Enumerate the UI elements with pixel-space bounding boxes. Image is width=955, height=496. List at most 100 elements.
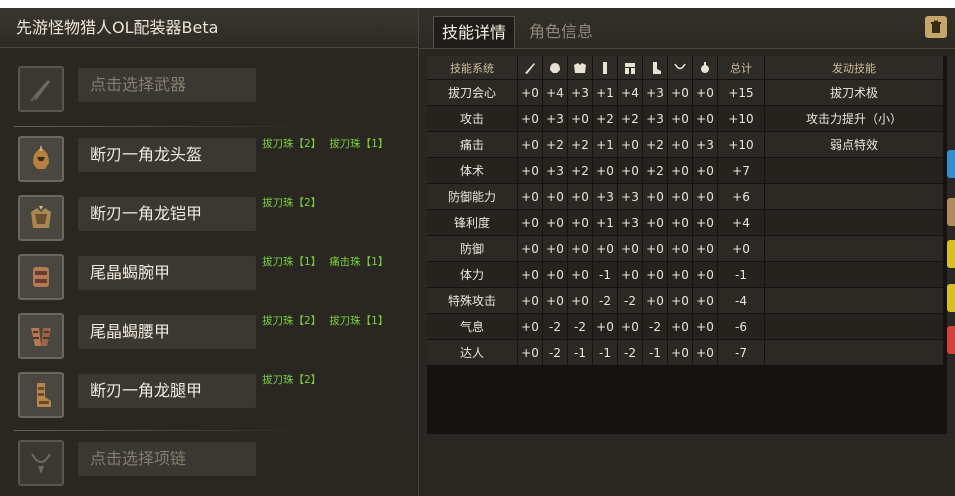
skill-value: +0 [517, 261, 543, 288]
skill-value: +1 [592, 131, 618, 158]
skill-value: +0 [517, 157, 543, 184]
skill-name: 防御能力 [427, 183, 518, 210]
skill-value: -2 [617, 287, 643, 314]
necklace-icon[interactable] [18, 440, 64, 486]
equipment-panel: 先游怪物猎人OL配装器Beta 点击选择武器 断刃一角龙头盔 拔刀珠【2】 拔刀珠… [0, 8, 418, 496]
side-tab[interactable] [947, 198, 955, 226]
skill-value: +0 [692, 105, 718, 132]
skill-value: +0 [542, 287, 568, 314]
jewel-slot[interactable]: 拔刀珠【2】 [262, 138, 321, 150]
skill-value: +3 [692, 131, 718, 158]
helmet-icon[interactable] [18, 136, 64, 182]
side-tab[interactable] [947, 240, 955, 268]
skill-value: +0 [642, 235, 668, 262]
skill-name: 防御 [427, 235, 518, 262]
tab-skill-details[interactable]: 技能详情 [433, 16, 516, 48]
top-strip [0, 0, 955, 8]
active-skill [764, 183, 944, 210]
armor-name[interactable]: 尾晶蝎腕甲 [78, 256, 256, 290]
table-row: 体术 +0 +3 +2 +0 +0 +2 +0 +0 +7 [427, 157, 944, 184]
skill-value: +2 [642, 157, 668, 184]
skill-table-container: 技能系统 总计 发动技能 拔刀会心 +0 +4 +3 +1 +4 +3 +0 +0 +15 拔刀术极… [427, 56, 947, 434]
weapon-select-field[interactable]: 点击选择武器 [78, 68, 256, 102]
jewel-icon [692, 56, 718, 80]
helmet-icon [542, 56, 568, 80]
necklace-icon [667, 56, 693, 80]
skill-value: +0 [592, 235, 618, 262]
gauntlet-icon[interactable] [18, 254, 64, 300]
table-row: 攻击 +0 +3 +0 +2 +2 +3 +0 +0 +10 攻击力提升（小） [427, 105, 944, 132]
skill-name: 攻击 [427, 105, 518, 132]
chest-armor-icon[interactable] [18, 195, 64, 241]
skill-value: +0 [517, 131, 543, 158]
skill-total: +4 [717, 209, 765, 236]
skill-value: +4 [617, 79, 643, 106]
necklace-slot[interactable]: 点击选择项链 [14, 436, 414, 492]
necklace-select-field[interactable]: 点击选择项链 [78, 442, 256, 476]
armor-name[interactable]: 尾晶蝎腰甲 [78, 315, 256, 349]
jewel-slot[interactable]: 拔刀珠【1】 [329, 315, 388, 327]
armor-slot-waist[interactable]: 尾晶蝎腰甲 拔刀珠【2】 拔刀珠【1】 [14, 309, 414, 365]
skill-value: +3 [542, 157, 568, 184]
skill-value: +0 [667, 313, 693, 340]
skill-name: 体力 [427, 261, 518, 288]
armor-name[interactable]: 断刃一角龙头盔 [78, 138, 256, 172]
table-row: 气息 +0 -2 -2 +0 +0 -2 +0 +0 -6 [427, 313, 944, 340]
skill-value: +0 [517, 209, 543, 236]
skill-value: +0 [517, 235, 543, 262]
jewel-slot[interactable]: 拔刀珠【2】 [262, 315, 321, 327]
table-row: 特殊攻击 +0 +0 +0 -2 -2 +0 +0 +0 -4 [427, 287, 944, 314]
trash-icon[interactable] [925, 16, 947, 38]
armor-slot-legs[interactable]: 断刃一角龙腿甲 拔刀珠【2】 [14, 368, 414, 424]
jewel-list: 拔刀珠【2】 拔刀珠【1】 [262, 136, 396, 151]
skill-value: +2 [592, 105, 618, 132]
side-tab[interactable] [947, 326, 955, 354]
skill-value: +0 [692, 235, 718, 262]
skill-value: +0 [592, 157, 618, 184]
skill-value: -2 [617, 339, 643, 366]
table-row: 防御能力 +0 +0 +0 +3 +3 +0 +0 +0 +6 [427, 183, 944, 210]
skill-value: -1 [642, 339, 668, 366]
skill-value: +0 [517, 339, 543, 366]
armor-name[interactable]: 断刃一角龙腿甲 [78, 374, 256, 408]
skill-value: +0 [692, 79, 718, 106]
side-tab[interactable] [947, 150, 955, 178]
tab-bar: 技能详情 角色信息 [419, 8, 955, 49]
jewel-slot[interactable]: 拔刀珠【2】 [262, 197, 321, 209]
skill-value: +0 [567, 105, 593, 132]
waist-armor-icon[interactable] [18, 313, 64, 359]
skill-total: -1 [717, 261, 765, 288]
skill-value: +2 [617, 105, 643, 132]
skill-value: +0 [692, 157, 718, 184]
skill-value: +0 [542, 235, 568, 262]
leg-armor-icon[interactable] [18, 372, 64, 418]
armor-slot-helmet[interactable]: 断刃一角龙头盔 拔刀珠【2】 拔刀珠【1】 [14, 132, 414, 188]
skill-value: +0 [692, 209, 718, 236]
weapon-icon[interactable] [18, 66, 64, 112]
armor-slot-chest[interactable]: 断刃一角龙铠甲 拔刀珠【2】 [14, 191, 414, 247]
armor-name[interactable]: 断刃一角龙铠甲 [78, 197, 256, 231]
skill-value: -2 [542, 313, 568, 340]
weapon-slot[interactable]: 点击选择武器 [14, 62, 414, 118]
skill-value: +0 [542, 183, 568, 210]
tab-character-info[interactable]: 角色信息 [521, 16, 601, 48]
skill-value: +0 [667, 131, 693, 158]
skill-value: +4 [542, 79, 568, 106]
skill-value: +0 [667, 105, 693, 132]
skill-value: +0 [642, 183, 668, 210]
skill-value: +3 [642, 79, 668, 106]
jewel-slot[interactable]: 痛击珠【1】 [329, 256, 388, 268]
side-tab[interactable] [947, 284, 955, 312]
skill-value: +0 [667, 209, 693, 236]
col-skill-system: 技能系统 [427, 56, 518, 80]
skill-value: +0 [517, 79, 543, 106]
armor-slot-arms[interactable]: 尾晶蝎腕甲 拔刀珠【1】 痛击珠【1】 [14, 250, 414, 306]
jewel-slot[interactable]: 拔刀珠【2】 [262, 374, 321, 386]
skill-value: +0 [567, 183, 593, 210]
jewel-slot[interactable]: 拔刀珠【1】 [329, 138, 388, 150]
skill-value: +0 [617, 313, 643, 340]
jewel-slot[interactable]: 拔刀珠【1】 [262, 256, 321, 268]
skill-total: +6 [717, 183, 765, 210]
skill-value: +3 [617, 209, 643, 236]
skill-value: -2 [592, 287, 618, 314]
